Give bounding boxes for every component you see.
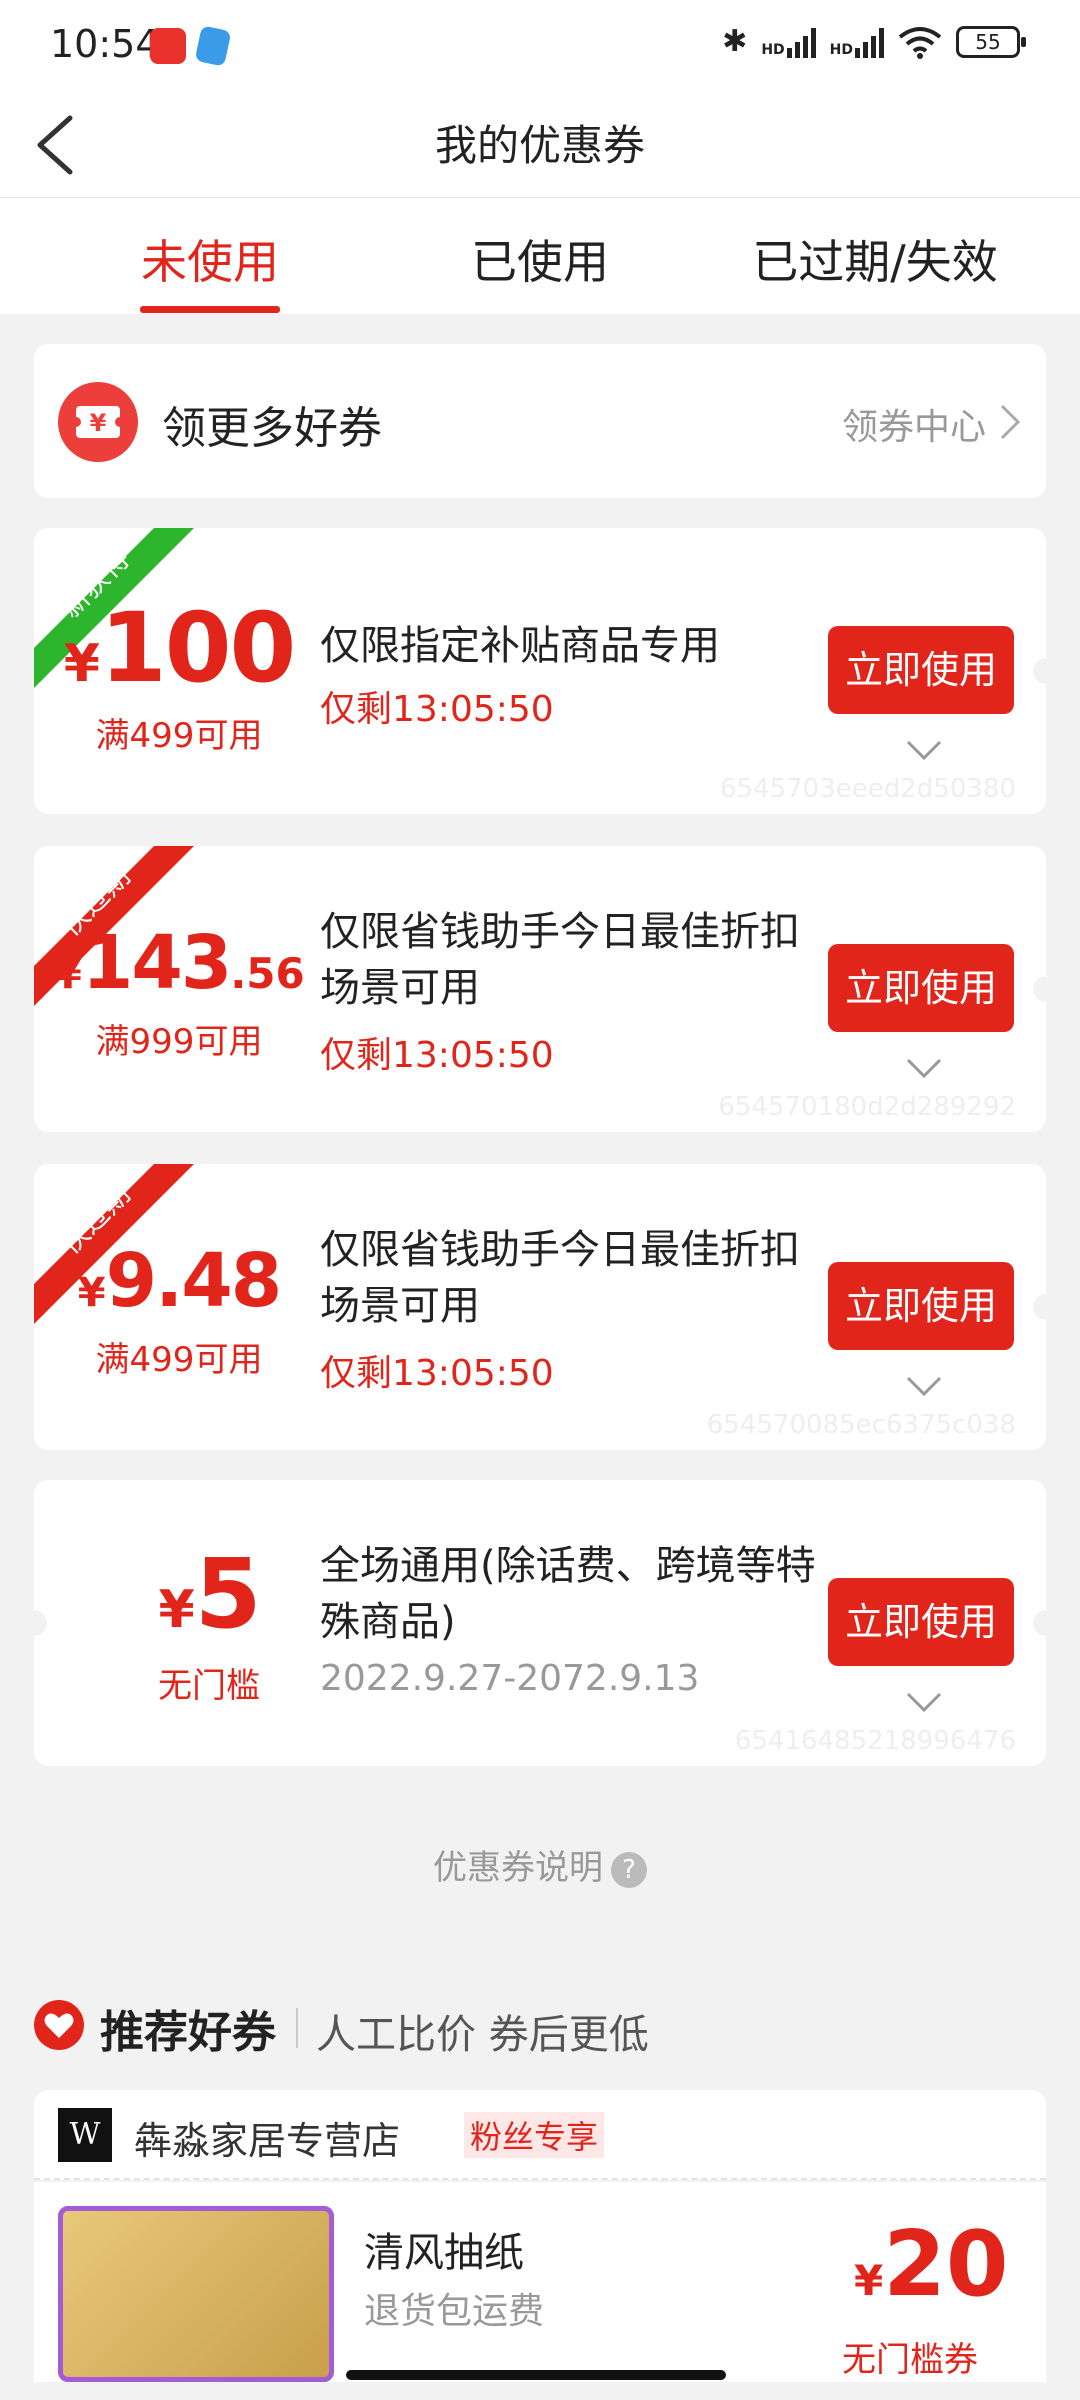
coupon-description: 仅限指定补贴商品专用 (320, 623, 720, 669)
recommend-title: 推荐好券 (100, 2007, 276, 2058)
coupon-description: 仅限省钱助手今日最佳折扣场景可用 (320, 909, 800, 1011)
coupon-card: 快过期 ¥9.48 满499可用 仅限省钱助手今日最佳折扣场景可用 仅剩13:0… (34, 1164, 1046, 1450)
chevron-down-icon[interactable] (904, 1374, 944, 1400)
status-time: 10:54 (50, 22, 160, 66)
heart-icon (34, 2000, 84, 2050)
use-now-button[interactable]: 立即使用 (828, 1578, 1014, 1666)
use-now-button[interactable]: 立即使用 (828, 944, 1014, 1032)
shop-name: 犇淼家居专营店 (134, 2119, 401, 2163)
use-now-button[interactable]: 立即使用 (828, 626, 1014, 714)
product-subtitle: 退货包运费 (364, 2291, 545, 2332)
recommended-coupon-item[interactable]: 清风抽纸 退货包运费 ¥20 无门槛券 (34, 2182, 1046, 2382)
app-notification-icon-2 (194, 25, 232, 67)
product-name: 清风抽纸 (364, 2230, 524, 2276)
coupon-validity-dates: 2022.9.27-2072.9.13 (320, 1658, 700, 1699)
coupon-amount: ¥100 (63, 592, 297, 704)
coupon-center-link[interactable]: 领券中心 (842, 398, 986, 450)
app-notification-icon (150, 28, 186, 64)
battery-icon: 55 (956, 25, 1026, 58)
coupon-countdown: 仅剩13:05:50 (320, 1035, 554, 1076)
chevron-down-icon[interactable] (904, 738, 944, 764)
home-indicator[interactable] (346, 2370, 726, 2380)
shop-row[interactable]: W 犇淼家居专营店 粉丝专享 (34, 2090, 1046, 2180)
help-icon: ? (611, 1851, 647, 1888)
chevron-right-icon (1000, 404, 1021, 440)
coupon-explanation-link[interactable]: 优惠券说明? (0, 1840, 1080, 1889)
coupon-description: 全场通用(除话费、跨境等特殊商品) (320, 1543, 816, 1645)
coupon-card: 快过期 ¥143.56 满999可用 仅限省钱助手今日最佳折扣场景可用 仅剩13… (34, 846, 1046, 1132)
tab-expired[interactable]: 已过期/失效 (750, 226, 1000, 292)
divider (296, 2008, 298, 2048)
tab-used[interactable]: 已使用 (470, 226, 610, 292)
coupon-explanation-label: 优惠券说明 (433, 1848, 603, 1888)
status-bar: 10:54 ✱ HD HD 55 (0, 0, 1080, 92)
fans-exclusive-tag: 粉丝专享 (464, 2112, 605, 2158)
signal-icon: HD (761, 26, 816, 58)
coupon-condition: 满499可用 (95, 716, 263, 756)
svg-text:¥: ¥ (90, 409, 107, 437)
get-more-coupons-card[interactable]: ¥ 领更多好券 领券中心 (34, 344, 1046, 498)
coupon-amount: ¥143.56 (54, 920, 305, 1006)
tab-unused[interactable]: 未使用 (140, 226, 280, 292)
get-more-coupons-title: 领更多好券 (162, 403, 382, 454)
active-tab-indicator (140, 306, 280, 313)
coupon-card: ¥5 无门槛 全场通用(除话费、跨境等特殊商品) 2022.9.27-2072.… (34, 1480, 1046, 1766)
coupon-amount: ¥5 (158, 1538, 262, 1650)
page-header: 我的优惠券 (0, 92, 1080, 198)
chevron-down-icon[interactable] (904, 1690, 944, 1716)
coupon-ticket-icon: ¥ (58, 382, 138, 462)
coupon-code: 654570180d2d289292 (718, 1092, 1016, 1122)
coupon-description: 仅限省钱助手今日最佳折扣场景可用 (320, 1227, 800, 1329)
coupon-code: 65416485218996476 (734, 1726, 1016, 1756)
coupon-countdown: 仅剩13:05:50 (320, 1353, 554, 1394)
status-icons: ✱ HD HD 55 (722, 24, 1026, 59)
coupon-amount: ¥9.48 (77, 1238, 282, 1324)
coupon-condition: 满999可用 (95, 1022, 263, 1062)
coupon-condition: 无门槛 (158, 1666, 260, 1706)
coupon-card: 新获得 ¥100 满499可用 仅限指定补贴商品专用 仅剩13:05:50 立即… (34, 528, 1046, 814)
product-image (58, 2206, 334, 2382)
chevron-down-icon[interactable] (904, 1056, 944, 1082)
page-title: 我的优惠券 (434, 121, 645, 170)
coupon-condition: 无门槛券 (842, 2340, 978, 2380)
coupon-condition: 满499可用 (95, 1340, 263, 1380)
use-now-button[interactable]: 立即使用 (828, 1262, 1014, 1350)
coupon-code: 654570085ec6375c038 (706, 1410, 1016, 1440)
recommend-subtitle: 人工比价 券后更低 (316, 2012, 649, 2058)
coupon-value: ¥20 (854, 2212, 1009, 2317)
coupon-code: 6545703eeed2d50380 (719, 774, 1016, 804)
wifi-icon (898, 26, 942, 59)
coupon-tabs: 未使用 已使用 已过期/失效 (0, 198, 1080, 314)
signal-icon-2: HD (830, 26, 884, 58)
coupon-countdown: 仅剩13:05:50 (320, 689, 554, 730)
shop-logo: W (58, 2108, 112, 2162)
bluetooth-icon: ✱ (722, 24, 748, 59)
